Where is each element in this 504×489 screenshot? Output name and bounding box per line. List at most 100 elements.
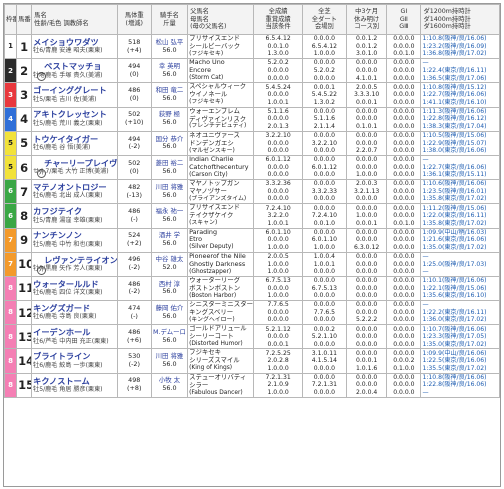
horse-cell[interactable]: キングズガード 牡6/鹿毛 寺島 良(栗東) bbox=[31, 300, 118, 326]
header-weight: 馬体重 (増減) bbox=[116, 4, 152, 35]
horse-row[interactable]: 8 13 イーデンホール 牡6/芦毛 中内田 充正(栗東) 486(+6) M.… bbox=[3, 324, 500, 350]
horse-row[interactable]: 1 1 メイショウワダツ 牡6/青鹿 安達 昭夫(栗東) 518 (+4) 松山 … bbox=[3, 33, 500, 60]
horse-number: 6 bbox=[16, 154, 33, 181]
record-cell: 3.2.2.10 0.0.0.0 0.0.0.0 bbox=[253, 130, 303, 156]
horse-name-link[interactable]: ベストマッチョ bbox=[33, 61, 116, 71]
best-time-cell: 1:11.2(阪神/良/15.06) 1:22.0(東京/良/16.11) 1:35… bbox=[420, 203, 500, 229]
horse-name-link[interactable]: トウケイタイガー bbox=[33, 134, 116, 144]
header-pedigree: 父馬名 母馬名 (母の父馬名) bbox=[187, 4, 255, 35]
header-waku: 枠番 bbox=[3, 4, 18, 35]
jockey-cell: 荻野 極 56.0 bbox=[150, 106, 189, 132]
horse-name-link[interactable]: チャーリープレイヴ bbox=[33, 158, 116, 168]
horse-cell[interactable]: ナンチンノン 牡5/鹿毛 中竹 和也(栗東) bbox=[31, 227, 118, 253]
horse-row[interactable]: 8 12 キングズガード 牡6/鹿毛 寺島 良(栗東) 474(-) 藤岡 佑介… bbox=[3, 300, 500, 326]
horse-weight: 482 (-13) bbox=[116, 179, 152, 205]
horse-cell[interactable]: カフジテイク 牡5/青鹿 湯窪 幸雄(栗東) bbox=[31, 203, 118, 229]
horse-name-link[interactable]: メイショウワダツ bbox=[33, 37, 116, 47]
horse-cell[interactable]: 外 レヴァンテライオン 牡3/黒鹿 矢作 芳人(栗東) bbox=[31, 251, 118, 277]
rest-record-cell: 0.0.0.0 0.0.0.0 2.2.0.7 bbox=[346, 130, 388, 156]
waku-number: 6 bbox=[3, 179, 18, 205]
horse-row[interactable]: 7 10 外 レヴァンテライオン 牡3/黒鹿 矢作 芳人(栗東) 496(-2)… bbox=[3, 251, 500, 277]
horse-cell[interactable]: ウォータールルド 牡6/鹿毛 四位 洋文(栗東) bbox=[31, 275, 118, 302]
record-cell: 5.1.1.6 0.0.0.0 2.0.1.3 bbox=[253, 106, 303, 132]
waku-number: 1 bbox=[3, 33, 18, 60]
header-grade: GⅠ GⅡ GⅢ bbox=[386, 4, 422, 35]
horse-name-link[interactable]: アキトクレッセント bbox=[33, 110, 116, 120]
waku-number: 2 bbox=[3, 58, 18, 84]
record-cell: 6.5.4.12 0.0.1.0 1.3.0.0 bbox=[253, 33, 303, 60]
horse-name-link[interactable]: ナンチンノン bbox=[33, 230, 116, 240]
rest-record-cell: 0.0.0.0 1.0.0.0 0.0.0.1 bbox=[346, 203, 388, 229]
horse-weight: 486 (+6) bbox=[116, 324, 152, 350]
rest-record-cell: 0.0.0.0 0.0.0.0 5.2.2.2 bbox=[346, 300, 388, 326]
table-header: 枠番 馬番 馬名性齢/毛色 調教師名 馬体重(増減) 騎手名斤量 父馬名母馬名(… bbox=[3, 4, 500, 35]
horse-row[interactable]: 4 4 アキトクレッセント 牡5/鹿毛 荒川 義之(栗東) 502 (+10) 荻… bbox=[3, 106, 500, 132]
waku-number: 8 bbox=[3, 300, 18, 326]
horse-cell[interactable]: キクノストーム 牡5/鹿毛 角居 勝彦(栗東) bbox=[31, 372, 118, 398]
horse-cell[interactable]: アキトクレッセント 牡5/鹿毛 荒川 義之(栗東) bbox=[31, 106, 118, 132]
rest-record-cell: 0.0.0.0 0.0.0.1 1.0.1.6 bbox=[346, 348, 388, 374]
rest-record-cell: 0.0.0.0 0.0.0.0 2.0.0.4 bbox=[346, 372, 388, 398]
horse-cell[interactable]: 地 ベストマッチョ 牡5/鹿毛 手塚 貴久(美浦) bbox=[31, 58, 118, 84]
horse-sex-trainer: 牡6/鹿毛 北出 成人(栗東) bbox=[33, 192, 103, 200]
horse-name-link[interactable]: ウォータールルド bbox=[33, 279, 116, 289]
grade-record-cell: 0.0.0.0 0.0.0.0 0.0.0.0 bbox=[386, 82, 422, 108]
surface-record-cell: 0.0.0.0 6.0.1.12 0.0.0.0 bbox=[301, 154, 348, 181]
horse-name-link[interactable]: カフジテイク bbox=[33, 206, 116, 216]
horse-row[interactable]: 2 2 地 ベストマッチョ 牡5/鹿毛 手塚 貴久(美浦) 494 (0) 幸 英… bbox=[3, 58, 500, 84]
record-cell: 7.2.5.25 2.0.2.8 1.0.0.0 bbox=[253, 348, 303, 374]
horse-cell[interactable]: トウケイタイガー 牡6/鹿毛 谷 悟(美浦) bbox=[31, 130, 118, 156]
horse-row[interactable]: 6 8 カフジテイク 牡5/青鹿 湯窪 幸雄(栗東) 486 (-) 福永 祐一 5… bbox=[3, 203, 500, 229]
horse-row[interactable]: 8 15 キクノストーム 牡5/鹿毛 角居 勝彦(栗東) 498(+8) 小牧 … bbox=[3, 372, 500, 398]
horse-cell[interactable]: ブライトライン 牡6/鹿毛 鮫島 一歩(栗東) bbox=[31, 348, 118, 374]
waku-number: 5 bbox=[3, 130, 18, 156]
horse-row[interactable]: 8 11 ウォータールルド 牡6/鹿毛 四位 洋文(栗東) 486(-2) 西村… bbox=[3, 275, 500, 302]
grade-record-cell: 0.0.0.0 0.0.0.0 0.0.0.0 bbox=[386, 324, 422, 350]
horse-name-link[interactable]: キクノストーム bbox=[33, 376, 116, 386]
record-cell: 3.3.2.36 0.0.0.0 0.0.0.0 bbox=[253, 179, 303, 205]
surface-record-cell: 0.0.0.0 7.7.6.5 0.0.0.0 bbox=[301, 300, 348, 326]
horse-weight: 486 (-) bbox=[116, 203, 152, 229]
horse-number: 1 bbox=[16, 33, 33, 60]
surface-record-cell: 0.0.0.0 5.2.0.2 0.0.0.0 bbox=[301, 58, 348, 84]
horse-number: 12 bbox=[16, 300, 33, 326]
horse-name-link[interactable]: ブライトライン bbox=[33, 351, 116, 361]
rest-record-cell: 0.0.0.0 0.0.0.0 0.0.0.0 bbox=[346, 251, 388, 277]
surface-record-cell: 0.0.0.1 5.4.5.22 1.3.0.2 bbox=[301, 82, 348, 108]
rest-record-cell: 0.0.1.2 0.0.1.2 3.0.1.0 bbox=[346, 33, 388, 60]
horse-row[interactable]: 3 3 ゴーインググレート 牡5/栗毛 吉川 佐(美浦) 486 (0) 和田 竜… bbox=[3, 82, 500, 108]
record-cell: 6.7.5.13 0.0.0.0 1.0.0.0 bbox=[253, 275, 303, 302]
horse-cell[interactable]: ゴーインググレート 牡5/栗毛 吉川 佐(美浦) bbox=[31, 82, 118, 108]
horse-number: 9 bbox=[16, 227, 33, 253]
jockey-cell: 小牧 太 56.0 bbox=[150, 372, 189, 398]
horse-name-link[interactable]: レヴァンテライオン bbox=[33, 255, 116, 265]
horse-cell[interactable]: メイショウワダツ 牡6/青鹿 安達 昭夫(栗東) bbox=[31, 33, 118, 60]
record-cell: 5.2.1.12 0.0.0.0 0.0.0.1 bbox=[253, 324, 303, 350]
jockey-cell: 福永 祐一 56.0 bbox=[150, 203, 189, 229]
horse-cell[interactable]: マテノオントロジー 牡6/鹿毛 北出 成人(栗東) bbox=[31, 179, 118, 205]
jockey-cell: 酒井 学 56.0 bbox=[150, 227, 189, 253]
pedigree-cell: Macho Uno Encore (Storm Cat) bbox=[187, 58, 255, 84]
horse-name-link[interactable]: キングズガード bbox=[33, 303, 116, 313]
pedigree-cell: フジキセキ シリーズスマイル (King of Kings) bbox=[187, 348, 255, 374]
grade-record-cell: 0.0.0.0 0.0.0.0 0.0.1.0 bbox=[386, 203, 422, 229]
horse-name-link[interactable]: ゴーインググレート bbox=[33, 85, 116, 95]
horse-cell[interactable]: イーデンホール 牡6/芦毛 中内田 充正(栗東) bbox=[31, 324, 118, 350]
horse-name-link[interactable]: イーデンホール bbox=[33, 327, 116, 337]
horse-sex-trainer: 牡6/芦毛 中内田 充正(栗東) bbox=[33, 337, 109, 345]
surface-record-cell: 1.0.0.4 1.0.0.1 0.0.0.0 bbox=[301, 251, 348, 277]
best-time-cell: 1:10.8(阪神/良/16.06) 1:22.8(阪神/良/16.06) — bbox=[420, 372, 500, 398]
jockey-cell: 菱田 裕二 56.0 bbox=[150, 154, 189, 181]
rest-record-cell: 0.0.0.0 0.0.0.0 0.1.0.1 bbox=[346, 106, 388, 132]
horse-row[interactable]: 7 9 ナンチンノン 牡5/鹿毛 中竹 和也(栗東) 524 (+2) 酒井 学5… bbox=[3, 227, 500, 253]
horse-cell[interactable]: 外 チャーリープレイヴ せん7/栗毛 大竹 正博(美浦) bbox=[31, 154, 118, 181]
horse-number: 8 bbox=[16, 203, 33, 229]
horse-row[interactable]: 5 5 トウケイタイガー 牡6/鹿毛 谷 悟(美浦) 494 (-2) 国分 恭介… bbox=[3, 130, 500, 156]
rest-record-cell: 2.0.0.5 3.3.3.10 0.0.0.1 bbox=[346, 82, 388, 108]
best-time-cell: 1:10.8(阪神/良/16.06) 1:23.2(阪神/良/16.09) 1:36… bbox=[420, 33, 500, 60]
surface-record-cell: 0.0.0.0 5.1.1.6 2.1.1.4 bbox=[301, 106, 348, 132]
horse-row[interactable]: 6 7 マテノオントロジー 牡6/鹿毛 北出 成人(栗東) 482 (-13) 川… bbox=[3, 179, 500, 205]
horse-row[interactable]: 8 14 ブライトライン 牡6/鹿毛 鮫島 一歩(栗東) 530(-2) 川田 … bbox=[3, 348, 500, 374]
horse-row[interactable]: 5 6 外 チャーリープレイヴ せん7/栗毛 大竹 正博(美浦) 502 (0) … bbox=[3, 154, 500, 181]
horse-number: 10 bbox=[16, 251, 33, 277]
